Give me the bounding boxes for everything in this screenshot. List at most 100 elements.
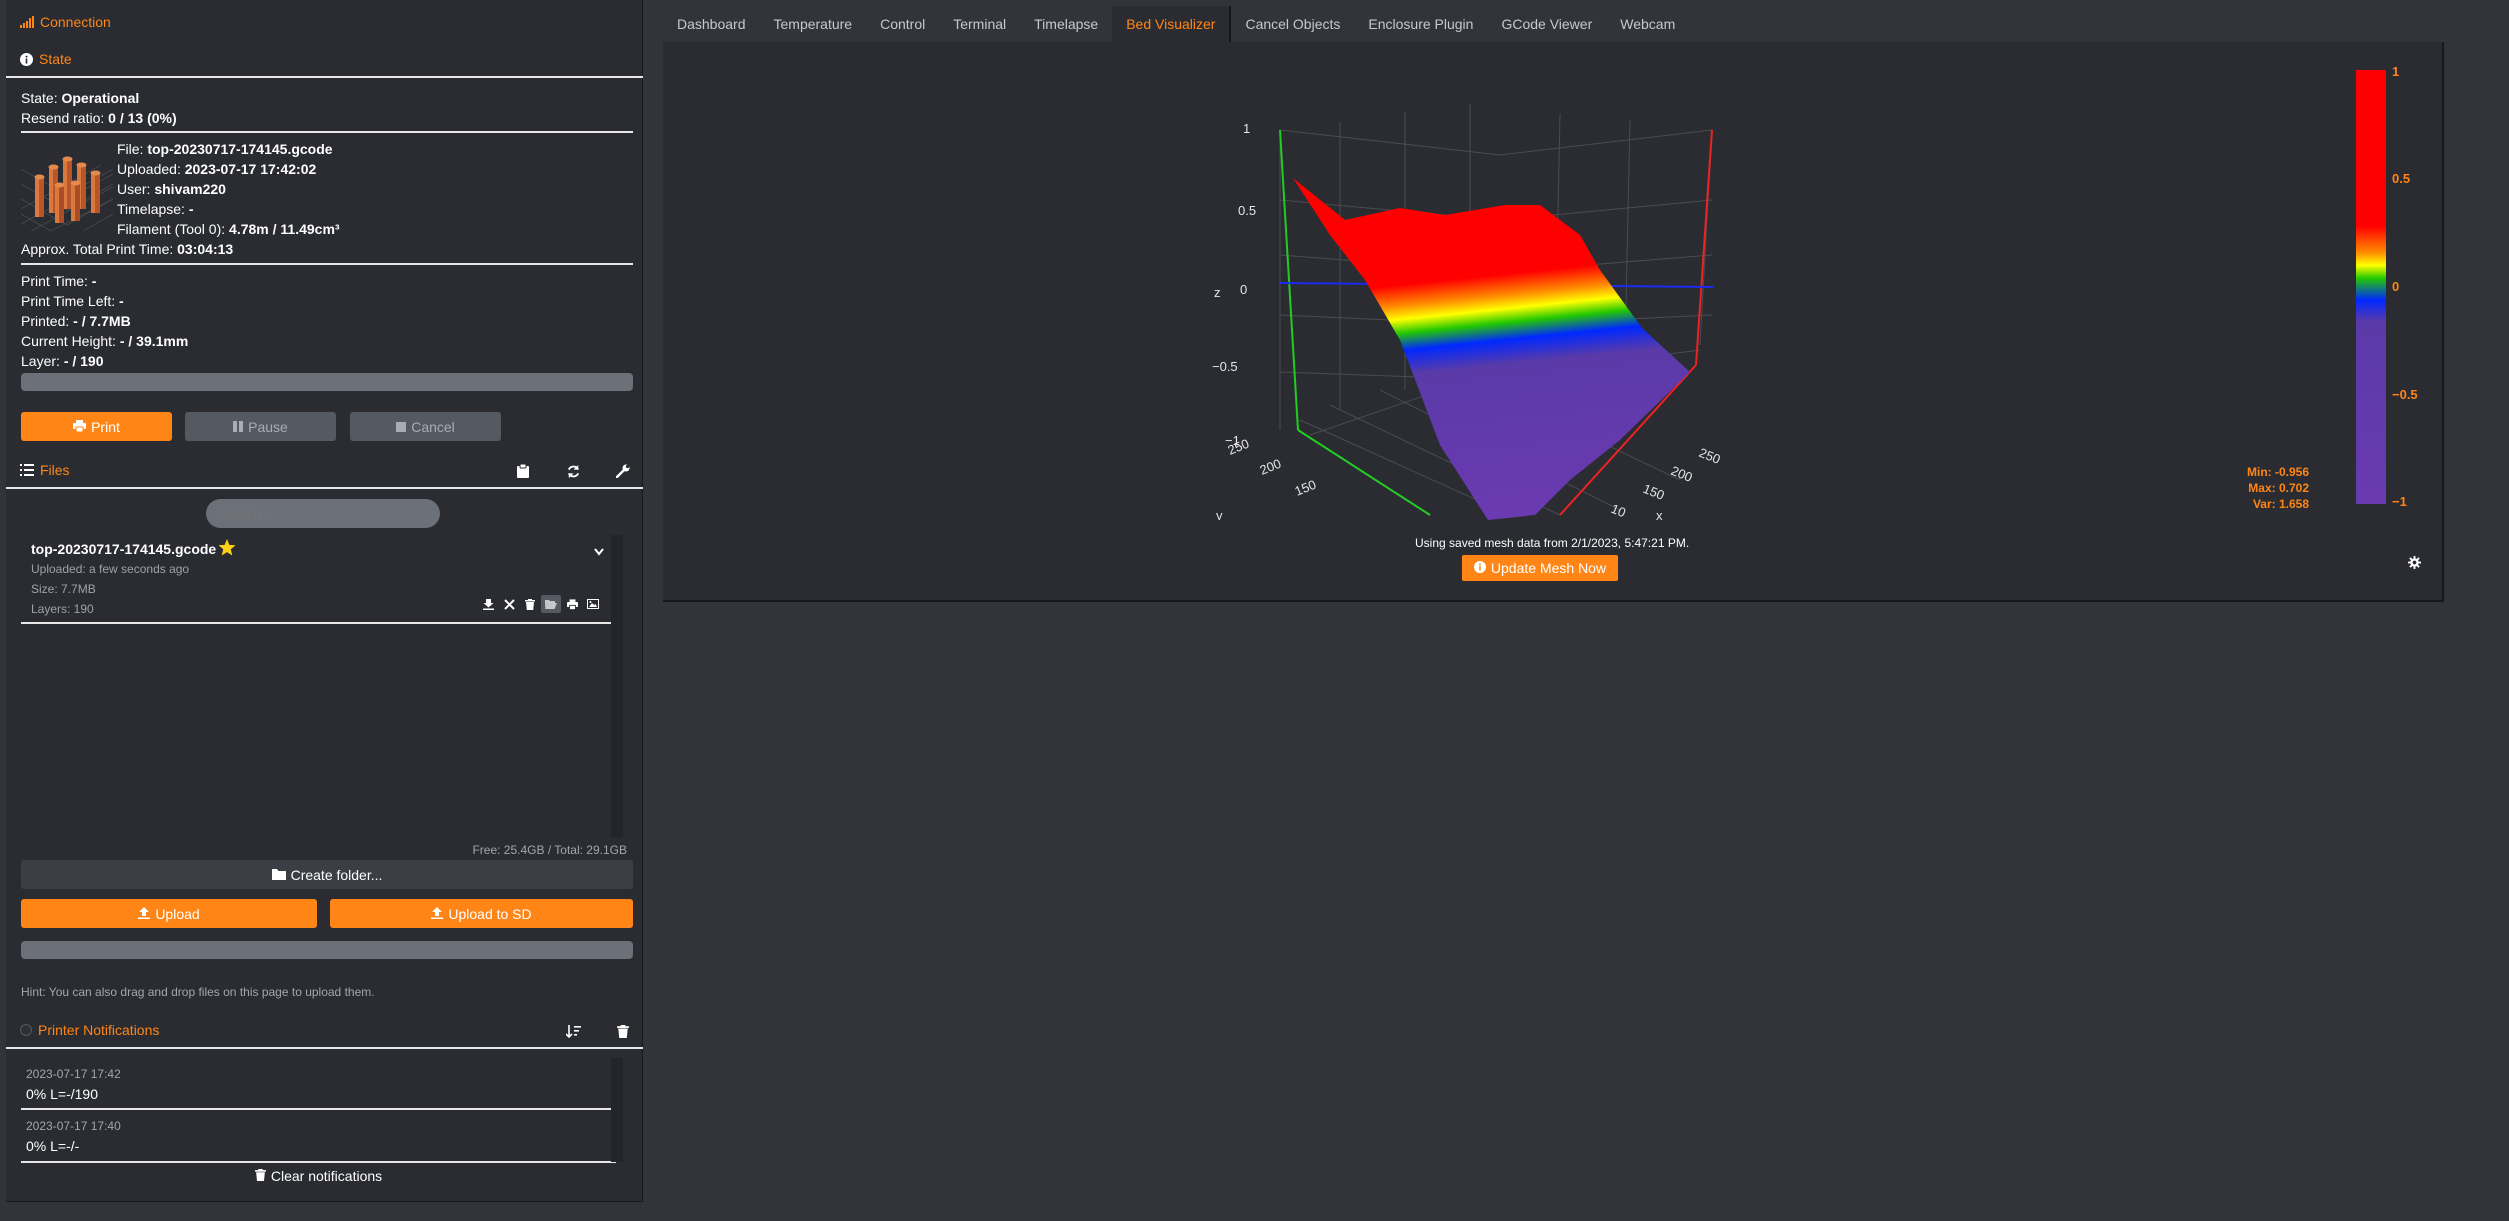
trash-icon[interactable] — [613, 1021, 633, 1041]
file-uploaded: Uploaded: a few seconds ago — [31, 562, 190, 576]
tab-enclosure-plugin[interactable]: Enclosure Plugin — [1354, 6, 1487, 42]
notification-message: 0% L=-/190 — [26, 1086, 98, 1102]
folder-open-icon[interactable] — [541, 595, 561, 613]
file-entry-name[interactable]: top-20230717-174145.gcode — [31, 539, 236, 559]
notifications-header[interactable]: Printer Notifications — [6, 1013, 643, 1049]
x-tick-label: 250 — [1697, 445, 1723, 467]
cancel-button[interactable]: Cancel — [350, 412, 501, 441]
upload-icon — [138, 906, 151, 922]
storage-info: Free: 25.4GB / Total: 29.1GB — [472, 843, 627, 857]
y-tick-label: 200 — [1258, 456, 1284, 478]
upload-sd-button[interactable]: Upload to SD — [330, 899, 633, 928]
z-tick-label: −0.5 — [1212, 359, 1238, 374]
mesh-stats: Min: -0.956 Max: 0.702 Var: 1.658 — [2237, 464, 2309, 512]
trash-icon — [254, 1168, 266, 1184]
state-value: Operational — [61, 90, 140, 106]
files-label: Files — [40, 462, 70, 478]
refresh-icon[interactable] — [563, 461, 583, 481]
list-icon — [20, 464, 34, 476]
divider — [21, 1108, 616, 1110]
file-search-input[interactable] — [206, 499, 440, 528]
divider — [21, 263, 633, 265]
tab-gcode-viewer[interactable]: GCode Viewer — [1487, 6, 1606, 42]
y-axis-floor-line — [1297, 429, 1431, 516]
chevron-down-icon[interactable] — [594, 543, 604, 559]
z-tick-label: 0.5 — [1238, 203, 1256, 218]
notifications-label: Printer Notifications — [38, 1022, 160, 1038]
tab-cancel-objects[interactable]: Cancel Objects — [1231, 6, 1354, 42]
clipboard-icon[interactable] — [513, 461, 533, 481]
filament-value: 4.78m / 11.49cm³ — [229, 221, 340, 237]
clear-notifications-button[interactable]: Clear notifications — [21, 1163, 616, 1189]
download-icon[interactable] — [478, 595, 498, 613]
tab-control[interactable]: Control — [866, 6, 939, 42]
timelapse-line: Timelapse: - — [117, 201, 194, 217]
wrench-icon[interactable] — [613, 461, 633, 481]
notifications-scrollbar[interactable] — [611, 1058, 623, 1162]
star-icon — [218, 539, 236, 559]
printed-line: Printed: - / 7.7MB — [21, 313, 131, 329]
upload-progress-bar — [21, 941, 633, 959]
tab-bar: Dashboard Temperature Control Terminal T… — [663, 6, 1689, 42]
trash-icon[interactable] — [520, 595, 540, 613]
info-icon — [20, 52, 33, 66]
y-axis-label: y — [1216, 508, 1223, 520]
tab-webcam[interactable]: Webcam — [1606, 6, 1689, 42]
state-header[interactable]: State — [6, 42, 643, 78]
colorbar-tick-label: −1 — [2392, 494, 2407, 509]
sort-icon[interactable] — [563, 1021, 583, 1041]
file-list-scrollbar[interactable] — [611, 535, 623, 837]
user-value: shivam220 — [154, 181, 226, 197]
file-size: Size: 7.7MB — [31, 582, 96, 596]
cut-icon[interactable] — [499, 595, 519, 613]
connection-label: Connection — [40, 14, 111, 30]
mesh-data-note: Using saved mesh data from 2/1/2023, 5:4… — [1415, 536, 1690, 550]
file-thumbnail — [20, 139, 114, 232]
tab-bed-visualizer[interactable]: Bed Visualizer — [1112, 6, 1232, 42]
files-header[interactable]: Files — [6, 453, 643, 489]
upload-button[interactable]: Upload — [21, 899, 317, 928]
user-line: User: shivam220 — [117, 181, 226, 197]
notification-time: 2023-07-17 17:42 — [26, 1067, 121, 1081]
file-value: top-20230717-174145.gcode — [147, 141, 333, 157]
approx-time-line: Approx. Total Print Time: 03:04:13 — [21, 241, 234, 257]
tab-temperature[interactable]: Temperature — [760, 6, 867, 42]
gear-icon[interactable] — [2408, 556, 2421, 572]
mesh-min: Min: -0.956 — [2246, 465, 2309, 479]
folder-icon — [271, 867, 286, 883]
z-tick-label: 1 — [1243, 121, 1250, 136]
x-tick-label: 150 — [1641, 481, 1667, 503]
print-progress-bar — [21, 373, 633, 391]
tab-terminal[interactable]: Terminal — [939, 6, 1020, 42]
layer-line: Layer: - / 190 — [21, 353, 104, 369]
notification-item: 2023-07-17 17:42 0% L=-/190 — [21, 1067, 616, 1102]
approx-time-value: 03:04:13 — [177, 241, 234, 257]
colorbar-tick-label: 1 — [2392, 64, 2400, 79]
print-button[interactable]: Print — [21, 412, 172, 441]
current-height-line: Current Height: - / 39.1mm — [21, 333, 189, 349]
uploaded-line: Uploaded: 2023-07-17 17:42:02 — [117, 161, 317, 177]
pause-icon — [233, 419, 244, 435]
colorbar-tick-label: 0 — [2392, 279, 2400, 294]
filament-line: Filament (Tool 0): 4.78m / 11.49cm³ — [117, 221, 340, 237]
pause-button[interactable]: Pause — [185, 412, 336, 441]
image-icon[interactable] — [583, 595, 603, 613]
upload-hint: Hint: You can also drag and drop files o… — [21, 985, 375, 999]
mesh-surface — [1293, 178, 1690, 520]
colorbar-tick-label: 0.5 — [2392, 171, 2411, 186]
resend-value: 0 / 13 (0%) — [108, 110, 177, 126]
mesh-3d-plot[interactable]: 1 0.5 0 −0.5 −1 z 250 200 150 y 250 200 … — [1180, 60, 1740, 520]
z-axis-label: z — [1214, 285, 1221, 300]
y-tick-label: 150 — [1293, 477, 1319, 499]
printer-icon — [73, 419, 87, 435]
stop-icon — [396, 419, 407, 435]
print-file-icon[interactable] — [562, 595, 582, 613]
update-mesh-button[interactable]: Update Mesh Now — [1462, 555, 1618, 581]
connection-header[interactable]: Connection — [6, 4, 643, 40]
divider — [21, 622, 616, 624]
tab-dashboard[interactable]: Dashboard — [663, 6, 760, 42]
divider — [21, 131, 633, 133]
z-tick-label: 0 — [1240, 282, 1247, 297]
tab-timelapse[interactable]: Timelapse — [1020, 6, 1112, 42]
create-folder-button[interactable]: Create folder... — [21, 860, 633, 889]
